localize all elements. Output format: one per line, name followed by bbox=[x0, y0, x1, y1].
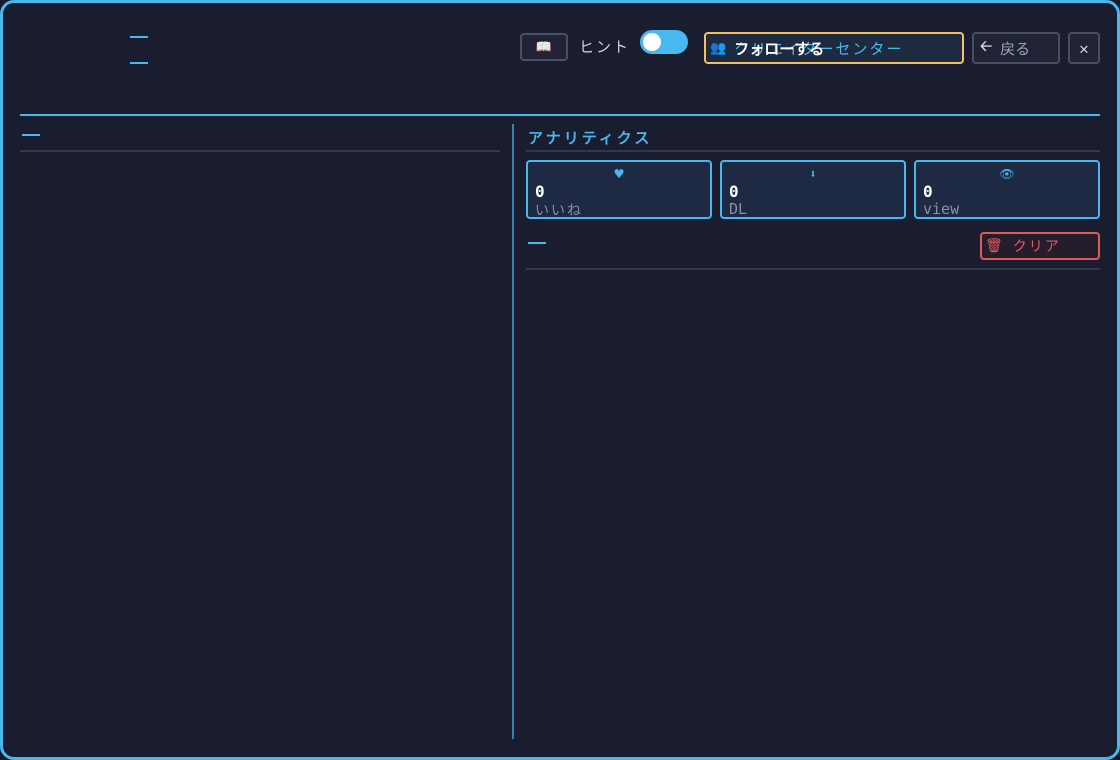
header-divider bbox=[20, 114, 1100, 116]
pane-divider bbox=[512, 124, 514, 739]
arrow-left-icon: 🡠 bbox=[980, 36, 993, 55]
history-placeholder bbox=[528, 242, 546, 244]
likes-label: いいね bbox=[535, 203, 583, 219]
close-button[interactable]: ✕ bbox=[1068, 32, 1100, 64]
analytics-divider bbox=[526, 150, 1100, 152]
subtitle-placeholder bbox=[130, 62, 148, 64]
users-icon: 👥 bbox=[710, 40, 727, 56]
downloads-card: ⬇ 0 DL bbox=[720, 160, 906, 219]
heart-icon: ♥ bbox=[614, 165, 624, 183]
hint-label: ヒント bbox=[579, 38, 631, 56]
title-placeholder bbox=[130, 36, 148, 38]
left-pane bbox=[20, 124, 500, 744]
back-label: 戻る bbox=[1000, 39, 1031, 58]
follow-label: フォローする bbox=[734, 39, 825, 58]
eye-icon: 👁 bbox=[999, 167, 1015, 181]
downloads-label: DL bbox=[729, 200, 748, 218]
downloads-value: 0 bbox=[729, 182, 739, 201]
history-divider bbox=[526, 268, 1100, 270]
views-value: 0 bbox=[923, 182, 933, 201]
clear-label: クリア bbox=[1012, 239, 1061, 255]
likes-card: ♥ 0 いいね bbox=[526, 160, 712, 219]
book-icon: 📖 bbox=[535, 39, 553, 55]
toggle-knob bbox=[643, 33, 661, 51]
trash-icon: 🗑 bbox=[985, 238, 1005, 254]
download-icon: ⬇ bbox=[809, 167, 817, 181]
app-window: 📖 ヒント クリエイターセンター 👥 フォローする 🡠 戻る ✕ アナリティクス… bbox=[0, 0, 1120, 760]
analytics-title: アナリティクス bbox=[528, 129, 653, 147]
follow-button[interactable]: クリエイターセンター 👥 フォローする bbox=[704, 32, 964, 64]
back-button[interactable]: 🡠 戻る bbox=[972, 32, 1060, 64]
views-card: 👁 0 view bbox=[914, 160, 1100, 219]
likes-value: 0 bbox=[535, 182, 545, 201]
close-icon: ✕ bbox=[1079, 38, 1089, 58]
hint-toggle[interactable] bbox=[640, 30, 688, 54]
views-label: view bbox=[923, 200, 960, 218]
guide-button[interactable]: 📖 bbox=[520, 33, 568, 61]
clear-button[interactable]: 🗑 クリア bbox=[980, 232, 1100, 260]
